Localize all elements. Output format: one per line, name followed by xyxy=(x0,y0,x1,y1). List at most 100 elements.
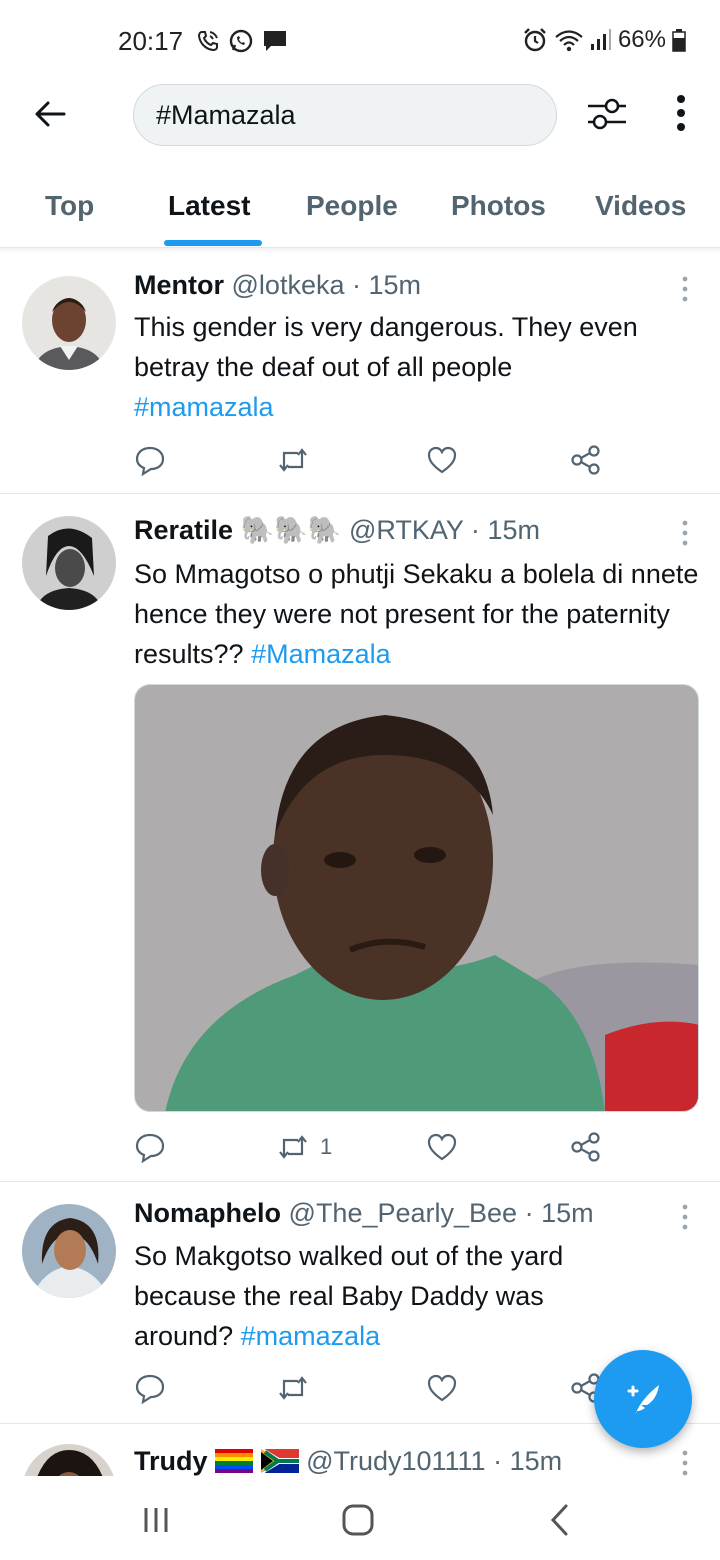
recent-apps-button[interactable] xyxy=(136,1500,176,1540)
like-button[interactable] xyxy=(426,1368,458,1408)
compose-tweet-button[interactable] xyxy=(594,1350,692,1448)
tab-videos[interactable]: Videos xyxy=(595,190,686,222)
reply-icon xyxy=(135,446,165,476)
tweet-header: Trudy @Trudy101111 · 15m xyxy=(134,1446,562,1476)
search-filter-button[interactable] xyxy=(584,94,630,134)
tweet-menu-button[interactable] xyxy=(679,1448,691,1476)
active-tab-indicator xyxy=(164,240,262,246)
hashtag-link[interactable]: #Mamazala xyxy=(251,639,391,669)
tweet-menu-button[interactable] xyxy=(679,1202,691,1232)
tweet-header: Nomaphelo @The_Pearly_Bee · 15m xyxy=(134,1198,594,1229)
tweet-body: So Mmagotso o phutji Sekaku a bolela di … xyxy=(134,559,699,669)
tab-top[interactable]: Top xyxy=(45,190,94,222)
separator-dot: · xyxy=(493,1446,503,1476)
battery-icon xyxy=(672,29,686,52)
tab-photos[interactable]: Photos xyxy=(451,190,546,222)
search-tabs: Top Latest People Photos Videos xyxy=(0,170,720,248)
author-name[interactable]: Trudy xyxy=(134,1446,208,1476)
tweet-time: 15m xyxy=(487,515,540,545)
heart-icon xyxy=(427,446,457,474)
tab-latest[interactable]: Latest xyxy=(168,190,250,222)
retweet-count: 1 xyxy=(320,1134,333,1159)
whatsapp-icon xyxy=(229,29,253,53)
reply-button[interactable] xyxy=(134,440,166,480)
system-back-button[interactable] xyxy=(540,1500,580,1540)
compose-tweet-icon xyxy=(627,1385,659,1415)
status-bar: 20:17 66% xyxy=(0,0,720,80)
more-vertical-icon xyxy=(682,1450,688,1476)
separator-dot: · xyxy=(352,270,361,300)
retweet-icon xyxy=(279,1135,307,1159)
arrow-left-icon xyxy=(35,101,66,127)
home-icon xyxy=(342,1504,374,1536)
author-name[interactable]: Nomaphelo xyxy=(134,1198,281,1228)
overflow-menu-button[interactable] xyxy=(668,94,694,134)
south-africa-flag-icon xyxy=(260,1447,300,1475)
tweet-body: This gender is very dangerous. They even… xyxy=(134,312,638,382)
tweet-actions: 1 xyxy=(134,1127,614,1167)
share-button[interactable] xyxy=(570,440,602,480)
status-notification-icons xyxy=(196,28,288,54)
tweet-time: 15m xyxy=(368,270,422,300)
back-icon xyxy=(550,1504,568,1536)
tab-people[interactable]: People xyxy=(306,190,398,222)
tweet-header: Mentor @lotkeka · 15m xyxy=(134,270,421,301)
search-input[interactable]: #Mamazala xyxy=(133,84,557,146)
hashtag-link[interactable]: #mamazala xyxy=(241,1321,381,1351)
tweet-menu-button[interactable] xyxy=(679,274,691,304)
more-vertical-icon xyxy=(682,276,688,302)
back-button[interactable] xyxy=(30,94,70,134)
retweet-button[interactable] xyxy=(276,440,310,480)
like-button[interactable] xyxy=(426,1127,458,1167)
avatar[interactable] xyxy=(22,1444,116,1476)
tweet-actions xyxy=(134,1368,614,1408)
tweet-actions xyxy=(134,440,614,480)
avatar[interactable] xyxy=(22,516,116,610)
reply-button[interactable] xyxy=(134,1127,166,1167)
author-handle[interactable]: @Trudy101111 xyxy=(306,1446,486,1476)
author-handle[interactable]: @The_Pearly_Bee xyxy=(289,1198,518,1228)
more-vertical-icon xyxy=(682,1204,688,1230)
wifi-call-icon xyxy=(197,31,218,52)
hashtag-link[interactable]: #mamazala xyxy=(134,392,274,422)
tweet-text: So Mmagotso o phutji Sekaku a bolela di … xyxy=(134,554,704,674)
more-vertical-icon xyxy=(677,95,685,131)
tweet-media-image[interactable] xyxy=(134,684,699,1112)
author-handle[interactable]: @lotkeka xyxy=(232,270,345,300)
status-time: 20:17 xyxy=(118,26,184,56)
alarm-icon xyxy=(524,28,546,52)
name-emoji: 🐘🐘🐘 xyxy=(240,515,342,545)
status-system-icons: 66% xyxy=(522,26,686,54)
avatar[interactable] xyxy=(22,1204,116,1298)
retweet-button[interactable]: 1 xyxy=(276,1127,332,1167)
tweet-text: So Makgotso walked out of the yard becau… xyxy=(134,1236,634,1356)
signal-icon xyxy=(590,29,611,50)
retweet-icon xyxy=(279,448,307,472)
tweet[interactable]: Mentor @lotkeka · 15m This gender is ver… xyxy=(0,254,720,494)
message-icon xyxy=(264,31,286,51)
share-icon xyxy=(571,445,600,475)
reply-icon xyxy=(135,1133,165,1163)
more-vertical-icon xyxy=(682,520,688,546)
author-name[interactable]: Mentor xyxy=(134,270,224,300)
author-handle[interactable]: @RTKAY xyxy=(349,515,463,545)
author-name[interactable]: Reratile xyxy=(134,515,233,545)
reply-icon xyxy=(135,1374,165,1404)
separator-dot: · xyxy=(470,515,480,545)
avatar[interactable] xyxy=(22,276,116,370)
like-button[interactable] xyxy=(426,440,458,480)
battery-percentage: 66% xyxy=(617,26,666,53)
tweet-menu-button[interactable] xyxy=(679,518,691,548)
filter-sliders-icon xyxy=(588,98,626,130)
share-icon xyxy=(571,1132,600,1162)
separator-dot: · xyxy=(524,1198,534,1228)
wifi-icon xyxy=(555,30,583,52)
recent-apps-icon xyxy=(144,1508,168,1532)
reply-button[interactable] xyxy=(134,1368,166,1408)
system-nav-bar xyxy=(0,1476,720,1560)
home-button[interactable] xyxy=(338,1500,378,1540)
share-button[interactable] xyxy=(570,1127,602,1167)
heart-icon xyxy=(427,1374,457,1402)
rainbow-flag-icon xyxy=(215,1449,254,1473)
retweet-button[interactable] xyxy=(276,1368,310,1408)
